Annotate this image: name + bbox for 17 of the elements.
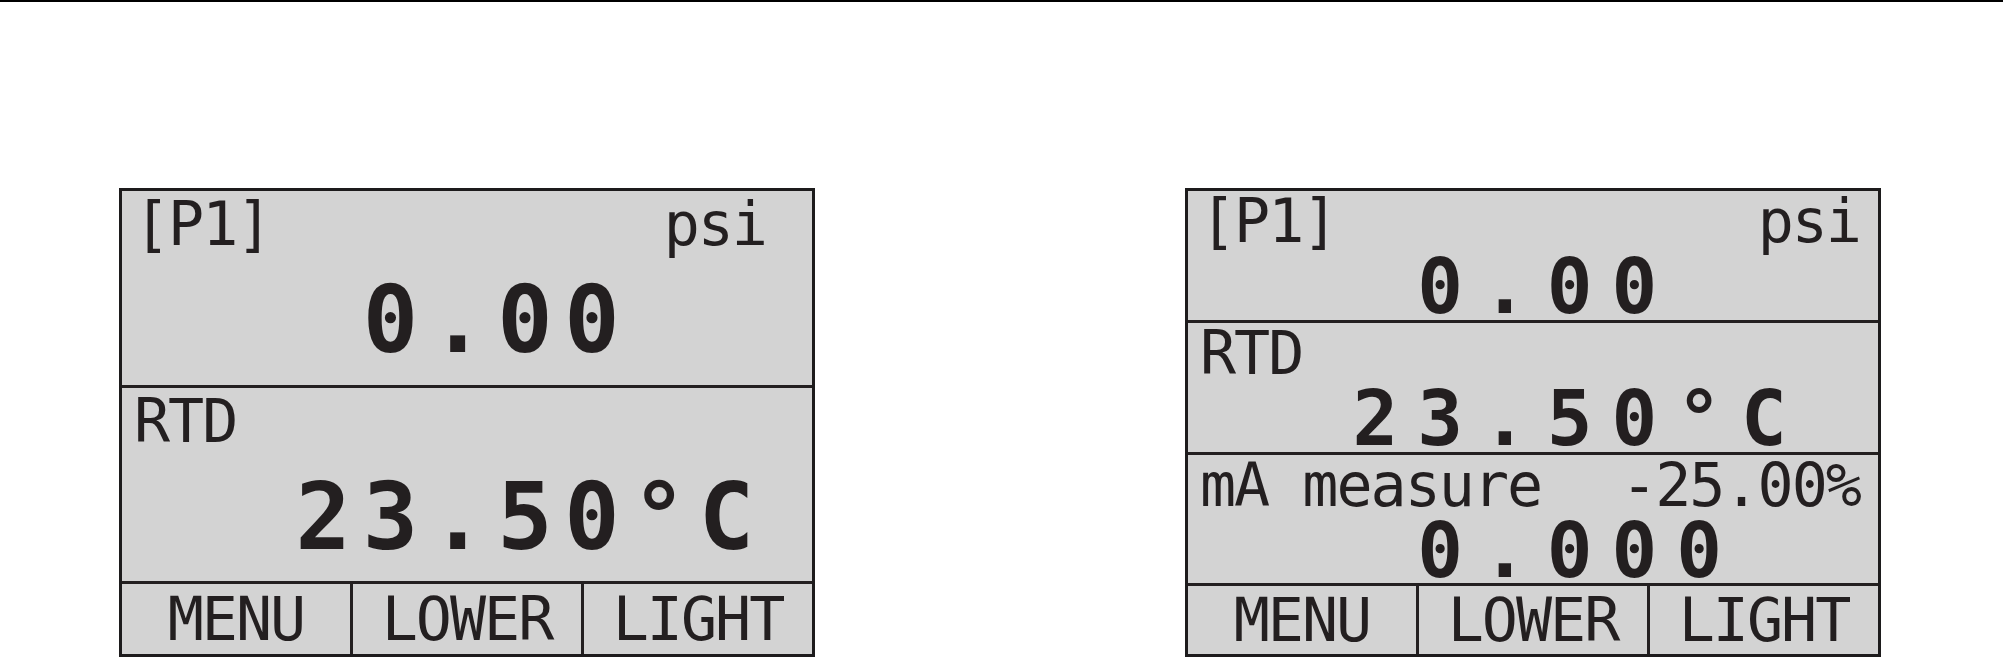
softkey-button[interactable]: MENU — [122, 584, 350, 654]
channel-label: RTD — [134, 390, 237, 451]
measurement-value: 23.50°C — [1352, 388, 1806, 450]
softkey-button[interactable]: LOWER — [1419, 586, 1647, 654]
channel-label: mA measure — [1200, 454, 1542, 515]
measurement-value: 0.00 — [362, 284, 632, 358]
measurement-value: 0.00 — [1417, 257, 1677, 318]
percent-reading: -25.00% — [1621, 454, 1860, 515]
softkey-button[interactable]: MENU — [1188, 586, 1416, 654]
channel-label: [P1] — [134, 194, 271, 254]
channel-label: [P1] — [1200, 191, 1337, 251]
softkey-button[interactable]: LOWER — [353, 584, 581, 654]
softkey-button[interactable]: LIGHT — [584, 584, 812, 654]
measurement-value: 0.000 — [1417, 520, 1741, 582]
measurement-value: 23.50°C — [295, 480, 766, 555]
channel-label: RTD — [1200, 322, 1303, 383]
softkey-button[interactable]: LIGHT — [1650, 586, 1878, 654]
